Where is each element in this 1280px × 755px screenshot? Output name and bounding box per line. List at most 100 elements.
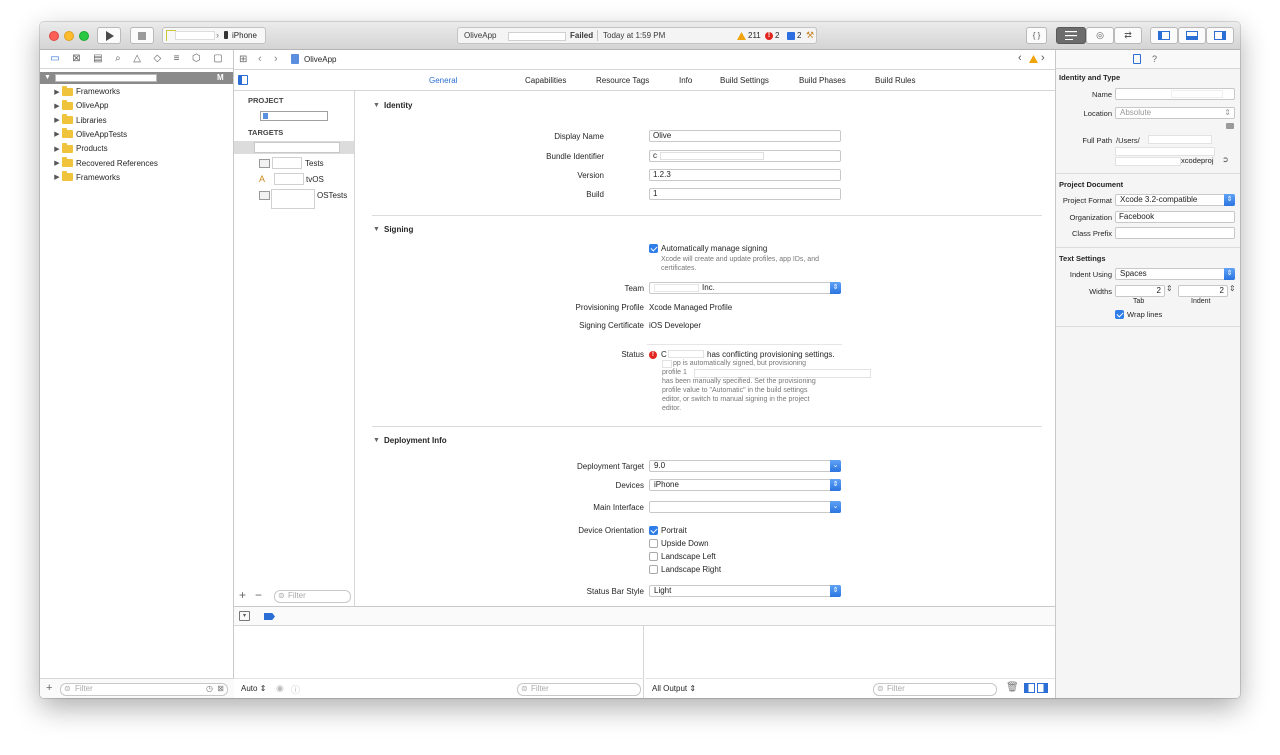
indent-width-stepper[interactable]: ⇕ bbox=[1229, 284, 1236, 293]
errors-indicator[interactable]: ! 2 bbox=[765, 31, 779, 40]
deployment-target-combo[interactable]: 9.0 ⌄ bbox=[649, 460, 841, 472]
team-popup[interactable]: Inc. ⇕ bbox=[649, 282, 841, 294]
wrap-lines-checkbox[interactable] bbox=[1115, 310, 1124, 319]
toggle-inspector-button[interactable] bbox=[1206, 27, 1234, 44]
stop-button[interactable] bbox=[130, 27, 154, 44]
reveal-in-finder-icon[interactable]: ➲ bbox=[1222, 155, 1229, 164]
remove-target-button[interactable]: − bbox=[255, 588, 262, 602]
indent-using-popup[interactable]: Spaces ⇕ bbox=[1115, 268, 1235, 280]
tab-build-settings[interactable]: Build Settings bbox=[720, 76, 769, 85]
navigator-filter-input[interactable]: ⊜ Filter ◷ ⊠ bbox=[60, 683, 228, 696]
build-field[interactable]: 1 bbox=[649, 188, 841, 200]
debug-icon[interactable]: ≡ bbox=[174, 54, 180, 64]
info-icon[interactable]: ⓘ bbox=[291, 683, 300, 696]
disclosure-closed-icon[interactable]: ▶ bbox=[52, 116, 62, 124]
close-window-button[interactable] bbox=[49, 31, 59, 41]
show-console-view-button[interactable] bbox=[1037, 683, 1048, 693]
auto-signing-checkbox[interactable] bbox=[649, 244, 658, 253]
folder-icon[interactable]: ▭ bbox=[50, 54, 59, 64]
prev-issue-button[interactable]: ‹ bbox=[1018, 52, 1022, 64]
organization-field[interactable]: Facebook bbox=[1115, 211, 1235, 223]
disclosure-open-icon[interactable]: ▼ bbox=[373, 226, 380, 233]
target-row[interactable]: Tests bbox=[259, 157, 349, 170]
orientation-checkbox[interactable] bbox=[649, 565, 658, 574]
breakpoints-toggle-icon[interactable] bbox=[264, 613, 275, 620]
orientation-checkbox[interactable] bbox=[649, 539, 658, 548]
location-popup[interactable]: Absolute ⇕ bbox=[1115, 107, 1235, 119]
disclosure-closed-icon[interactable]: ▶ bbox=[52, 173, 62, 181]
scheme-selector[interactable]: › iPhone bbox=[162, 27, 266, 44]
folder-icon[interactable] bbox=[1226, 123, 1234, 129]
display-name-field[interactable]: Olive bbox=[649, 130, 841, 142]
main-interface-combo[interactable]: ⌄ bbox=[649, 501, 841, 513]
tab-capabilities[interactable]: Capabilities bbox=[525, 76, 566, 85]
version-field[interactable]: 1.2.3 bbox=[649, 169, 841, 181]
devices-popup[interactable]: iPhone ⇕ bbox=[649, 479, 841, 491]
breakpoint-icon[interactable]: ⬡ bbox=[192, 54, 201, 64]
project-entry[interactable] bbox=[260, 111, 328, 121]
disclosure-closed-icon[interactable]: ▶ bbox=[52, 130, 62, 138]
tab-build-rules[interactable]: Build Rules bbox=[875, 76, 915, 85]
targets-filter-input[interactable]: ⊜ Filter bbox=[274, 590, 351, 603]
related-items-icon[interactable]: ⊞ bbox=[239, 54, 247, 65]
navigator-item[interactable]: ▶ OliveApp bbox=[52, 99, 108, 112]
orientation-checkbox[interactable] bbox=[649, 526, 658, 535]
zoom-window-button[interactable] bbox=[79, 31, 89, 41]
indent-width-field[interactable]: 2 bbox=[1178, 285, 1228, 297]
test-icon[interactable]: ◇ bbox=[153, 54, 161, 64]
issue-icon[interactable]: △ bbox=[133, 54, 141, 64]
orientation-checkbox[interactable] bbox=[649, 552, 658, 561]
toggle-debug-button[interactable] bbox=[1178, 27, 1206, 44]
tab-general[interactable]: General bbox=[429, 76, 457, 85]
issues-indicator[interactable]: 2 bbox=[787, 31, 801, 40]
help-icon[interactable]: ? bbox=[1152, 54, 1157, 64]
bundle-identifier-field[interactable]: c bbox=[649, 150, 841, 162]
navigator-item[interactable]: ▶ Frameworks bbox=[52, 171, 120, 184]
eye-icon[interactable]: ◉ bbox=[276, 683, 284, 694]
console-output-popup[interactable]: All Output ⇕ bbox=[652, 684, 696, 693]
symbol-icon[interactable]: ▤ bbox=[93, 54, 102, 64]
disclosure-closed-icon[interactable]: ▶ bbox=[52, 145, 62, 153]
warnings-indicator[interactable]: 211 bbox=[737, 31, 761, 40]
source-control-icon[interactable]: ⊠ bbox=[72, 54, 80, 64]
name-field[interactable] bbox=[1115, 88, 1235, 100]
class-prefix-field[interactable] bbox=[1115, 227, 1235, 239]
file-inspector-icon[interactable] bbox=[1133, 54, 1141, 64]
library-button[interactable]: { } bbox=[1026, 27, 1047, 44]
console-filter-input[interactable]: ⊜ Filter bbox=[873, 683, 997, 696]
source-control-filter-icon[interactable]: ⊠ bbox=[217, 684, 224, 694]
navigator-item[interactable]: ▶ Products bbox=[52, 142, 108, 155]
tab-width-field[interactable]: 2 bbox=[1115, 285, 1165, 297]
target-row-selected[interactable] bbox=[234, 141, 354, 154]
recent-files-icon[interactable]: ◷ bbox=[206, 684, 213, 694]
project-root-row[interactable]: ▼ M bbox=[40, 72, 233, 84]
variables-scope-popup[interactable]: Auto ⇕ bbox=[241, 684, 266, 693]
disclosure-open-icon[interactable]: ▼ bbox=[373, 437, 380, 444]
disclosure-closed-icon[interactable]: ▶ bbox=[52, 88, 62, 96]
standard-editor-button[interactable] bbox=[1056, 27, 1086, 44]
hide-debug-area-button[interactable]: ▾ bbox=[239, 611, 250, 621]
next-issue-button[interactable]: › bbox=[1041, 52, 1045, 64]
navigator-item[interactable]: ▶ Recovered References bbox=[52, 157, 158, 170]
variables-filter-input[interactable]: ⊜ Filter bbox=[517, 683, 641, 696]
target-row[interactable]: OSTests bbox=[259, 189, 351, 209]
disclosure-open-icon[interactable]: ▼ bbox=[373, 102, 380, 109]
trash-icon[interactable]: 🗑 bbox=[1006, 682, 1019, 693]
add-target-button[interactable]: + bbox=[239, 588, 246, 602]
forward-button[interactable]: › bbox=[274, 53, 278, 65]
tab-width-stepper[interactable]: ⇕ bbox=[1166, 284, 1173, 293]
disclosure-closed-icon[interactable]: ▶ bbox=[52, 159, 62, 167]
add-icon[interactable]: + bbox=[46, 682, 52, 694]
toggle-navigator-button[interactable] bbox=[1150, 27, 1178, 44]
assistant-editor-button[interactable]: ◎ bbox=[1086, 27, 1114, 44]
tab-resource-tags[interactable]: Resource Tags bbox=[596, 76, 649, 85]
report-icon[interactable]: ▢ bbox=[213, 54, 222, 64]
show-variables-view-button[interactable] bbox=[1024, 683, 1035, 693]
status-bar-style-popup[interactable]: Light ⇕ bbox=[649, 585, 841, 597]
version-editor-button[interactable]: ⇄ bbox=[1114, 27, 1142, 44]
minimize-window-button[interactable] bbox=[64, 31, 74, 41]
run-button[interactable] bbox=[97, 27, 121, 44]
tab-info[interactable]: Info bbox=[679, 76, 692, 85]
navigator-item[interactable]: ▶ Libraries bbox=[52, 114, 107, 127]
navigator-item[interactable]: ▶ OliveAppTests bbox=[52, 128, 127, 141]
